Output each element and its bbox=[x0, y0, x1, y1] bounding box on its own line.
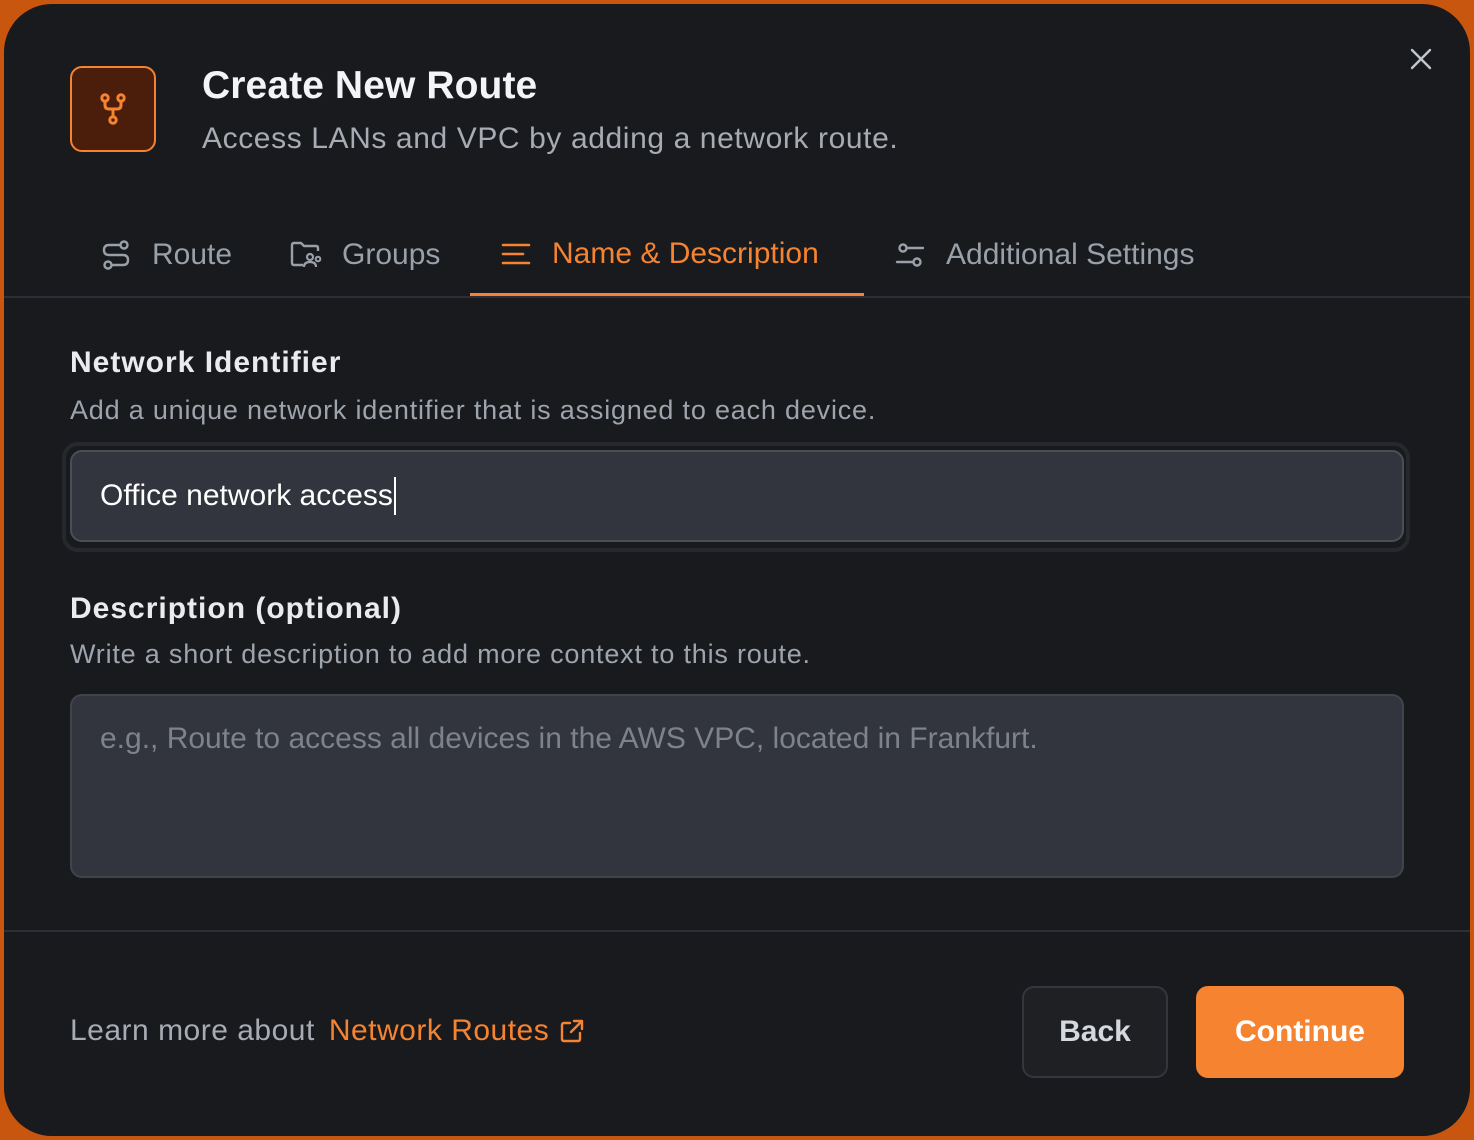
back-button[interactable]: Back bbox=[1022, 986, 1168, 1078]
tab-groups[interactable]: Groups bbox=[288, 214, 440, 296]
network-identifier-value: Office network access bbox=[100, 479, 393, 512]
learn-more: Learn more about Network Routes bbox=[70, 1014, 585, 1048]
tab-name-description[interactable]: Name & Description bbox=[470, 214, 864, 296]
tab-additional-settings-label: Additional Settings bbox=[946, 238, 1195, 271]
network-identifier-help: Add a unique network identifier that is … bbox=[70, 395, 877, 425]
description-help: Write a short description to add more co… bbox=[70, 639, 811, 669]
route-icon bbox=[98, 237, 134, 273]
description-textarea[interactable]: e.g., Route to access all devices in the… bbox=[70, 694, 1404, 878]
network-identifier-input[interactable]: Office network access bbox=[70, 450, 1404, 542]
tab-route[interactable]: Route bbox=[98, 214, 232, 296]
tab-additional-settings[interactable]: Additional Settings bbox=[892, 214, 1195, 296]
back-button-label: Back bbox=[1059, 1015, 1131, 1048]
tab-name-description-label: Name & Description bbox=[552, 236, 819, 270]
close-icon bbox=[1410, 48, 1432, 70]
sliders-icon bbox=[892, 237, 928, 273]
network-routes-link-label: Network Routes bbox=[328, 1014, 550, 1047]
dialog-subtitle: Access LANs and VPC by adding a network … bbox=[202, 122, 899, 155]
close-button[interactable] bbox=[1404, 42, 1438, 76]
description-placeholder: e.g., Route to access all devices in the… bbox=[100, 722, 1038, 755]
footer-divider bbox=[4, 930, 1470, 932]
dialog-title: Create New Route bbox=[202, 64, 538, 107]
network-identifier-label: Network Identifier bbox=[70, 346, 342, 379]
text-caret bbox=[393, 477, 396, 515]
network-routes-link[interactable]: Network Routes bbox=[329, 1014, 585, 1048]
tab-route-label: Route bbox=[152, 238, 233, 271]
tab-groups-label: Groups bbox=[342, 238, 441, 271]
text-lines-icon bbox=[498, 236, 534, 272]
folder-group-icon bbox=[288, 237, 324, 273]
create-route-dialog: Create New Route Access LANs and VPC by … bbox=[4, 4, 1470, 1136]
continue-button[interactable]: Continue bbox=[1196, 986, 1404, 1078]
description-label: Description (optional) bbox=[70, 592, 402, 625]
tab-bar: Route Groups Name & Description Addition… bbox=[4, 214, 1470, 298]
learn-more-prefix: Learn more about bbox=[70, 1014, 315, 1047]
route-fork-icon bbox=[70, 66, 156, 152]
continue-button-label: Continue bbox=[1235, 1015, 1365, 1048]
external-link-icon bbox=[561, 1019, 584, 1043]
